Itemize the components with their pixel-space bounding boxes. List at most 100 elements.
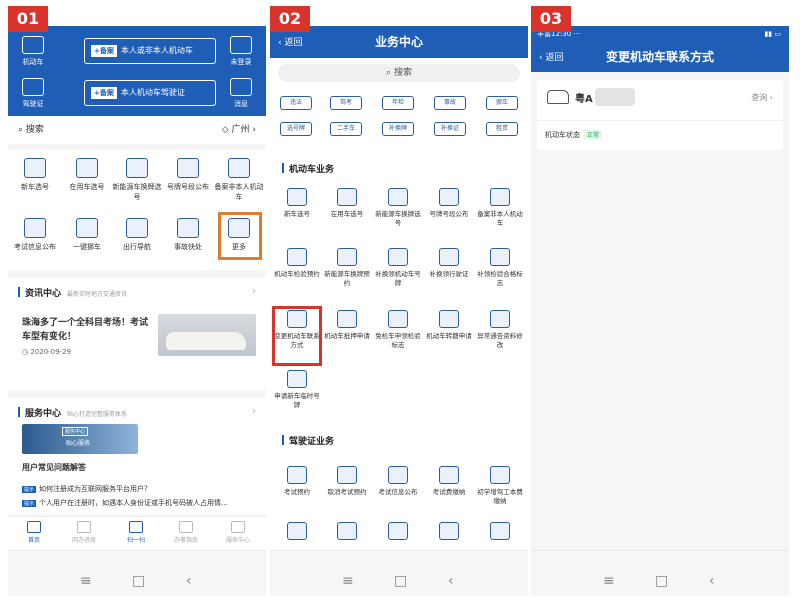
service-item[interactable]: 机动车抵押申请 [324, 310, 370, 341]
service-item[interactable] [375, 522, 421, 544]
register-vehicle-button[interactable]: +备案 本人或非本人机动车 [84, 38, 216, 64]
hero-banner: 机动车 驾驶证 未登录 消息 +备案 本人或非本人机动车 +备案 本人机动车驾驶证 [8, 26, 266, 116]
service-item[interactable]: 初学增驾工本费缴纳 [477, 466, 523, 506]
masked-plate [595, 88, 635, 106]
header: ‹ 返回 变更机动车联系方式 [531, 42, 789, 72]
grid-item[interactable]: 备案非本人机动车 [214, 158, 264, 202]
service-item[interactable]: 新能源车换牌预约 [324, 248, 370, 288]
service-icon [287, 248, 307, 266]
category-chip[interactable]: 驾考 [330, 96, 362, 110]
service-item[interactable]: 补换领机动车号牌 [375, 248, 421, 288]
service-item[interactable]: 考试信息公布 [375, 466, 421, 497]
service-item[interactable]: 新能源车换牌选号 [375, 188, 421, 228]
message-entry[interactable]: 消息 [222, 78, 260, 109]
battery-icon: ▮▮ ▭ [764, 30, 781, 38]
service-icon [76, 218, 98, 238]
search-bar[interactable]: ⌕ 搜索 ◇ 广州 › [8, 116, 266, 144]
service-icon [337, 466, 357, 484]
back-nav-icon[interactable]: ‹ [186, 573, 192, 589]
back-nav-icon[interactable]: ‹ [448, 573, 454, 589]
faq-item[interactable]: 提示 个人用户在注册时，如遇本人身份证或手机号码被人占用情… [22, 498, 228, 508]
service-icon [228, 158, 250, 178]
category-chip[interactable]: 年检 [382, 96, 414, 110]
service-icon [490, 188, 510, 206]
service-item[interactable]: 考试预约 [274, 466, 320, 497]
tab-service[interactable]: 服务中心 [218, 521, 258, 544]
category-chip[interactable]: 违法 [280, 96, 312, 110]
faq-item[interactable]: 提示 如何注册成为互联网服务平台用户？ [22, 484, 151, 494]
service-item[interactable]: 备案非本人机动车 [477, 188, 523, 228]
grid-item[interactable]: 在用车选号 [62, 158, 112, 192]
category-chip[interactable]: 补换证 [434, 122, 466, 136]
service-item[interactable]: 取消考试预约 [324, 466, 370, 497]
news-headline[interactable]: 珠海多了一个全科目考场！考试车型有变化！ [22, 316, 152, 344]
service-item[interactable]: 申请新车临时号牌 [274, 370, 320, 410]
tab-home[interactable]: 首页 [14, 521, 54, 544]
plate-number: 粤A [575, 94, 593, 105]
service-item[interactable]: 补换领行驶证 [426, 248, 472, 279]
service-item[interactable]: 新车选号 [274, 188, 320, 219]
home-nav-icon[interactable]: □ [394, 573, 407, 589]
vehicle-card[interactable]: 粤A 查询 › 机动车状态 正常 [537, 80, 783, 150]
city-selector[interactable]: ◇ 广州 › [222, 116, 256, 144]
section-title-license: 驾驶证业务 [282, 434, 334, 447]
service-item[interactable] [426, 522, 472, 544]
scan-icon [129, 521, 143, 533]
menu-icon[interactable]: ≡ [342, 573, 354, 589]
category-chip[interactable]: 二手车 [330, 122, 362, 136]
phone-change-contact: 丰富12:30 ··· ▮▮ ▭ ‹ 返回 变更机动车联系方式 粤A 查询 › 机… [531, 26, 789, 596]
category-chip[interactable]: 补换牌 [382, 122, 414, 136]
tab-scan[interactable]: 扫一扫 [116, 521, 156, 544]
back-nav-icon[interactable]: ‹ [709, 573, 715, 589]
service-item[interactable]: 号牌号段公布 [426, 188, 472, 219]
chevron-right-icon[interactable]: › [252, 286, 256, 297]
service-item[interactable]: 考试费缴纳 [426, 466, 472, 497]
service-icon [490, 248, 510, 266]
service-item[interactable]: 异常通告资料修改 [477, 310, 523, 350]
page-title: 业务中心 [374, 35, 423, 49]
service-section: 服务中心 贴心打造完整服务体系 › 服务中心 贴心服务 用户常见问题解答 提示 如何注… [8, 398, 266, 514]
chevron-right-icon[interactable]: › [252, 406, 256, 417]
grid-item[interactable]: 新能源车换牌选号 [112, 158, 162, 202]
license-entry[interactable]: 驾驶证 [14, 78, 52, 109]
category-chip[interactable]: 租赁 [486, 122, 518, 136]
service-item[interactable] [274, 522, 320, 544]
service-title: 服务中心 贴心打造完整服务体系 [18, 406, 127, 419]
login-entry[interactable]: 未登录 [222, 36, 260, 67]
grid-item[interactable]: 号牌号段公布 [163, 158, 213, 192]
service-item[interactable]: 补领检验合格标志 [477, 248, 523, 288]
service-icon [126, 158, 148, 178]
grid-item[interactable]: 考试信息公布 [10, 218, 60, 252]
grid-item[interactable]: 事故快处 [163, 218, 213, 252]
service-icon [388, 188, 408, 206]
service-item[interactable] [324, 522, 370, 544]
tab-progress[interactable]: 网办进度 [64, 521, 104, 544]
vehicle-entry[interactable]: 机动车 [14, 36, 52, 67]
home-nav-icon[interactable]: □ [132, 573, 145, 589]
category-chip[interactable]: 选号牌 [280, 122, 312, 136]
grid-item[interactable]: 新车选号 [10, 158, 60, 192]
category-chip[interactable]: 事故 [434, 96, 466, 110]
progress-icon [77, 521, 91, 533]
tab-guide[interactable]: 办事指南 [166, 521, 206, 544]
service-item[interactable] [477, 522, 523, 544]
section-title-vehicle: 机动车业务 [282, 162, 334, 175]
service-icon [490, 522, 510, 540]
search-input[interactable]: ⌕ 搜索 [278, 64, 520, 82]
service-item[interactable]: 机动车转籍申请 [426, 310, 472, 341]
category-chip[interactable]: 挪车 [486, 96, 518, 110]
service-item[interactable]: 免检车申领检验标志 [375, 310, 421, 350]
grid-item[interactable]: 一键挪车 [62, 218, 112, 252]
guide-icon [179, 521, 193, 533]
grid-item[interactable]: 出行导航 [112, 218, 162, 252]
query-link[interactable]: 查询 › [751, 92, 773, 103]
home-nav-icon[interactable]: □ [655, 573, 668, 589]
quick-service-grid: 新车选号 在用车选号 新能源车换牌选号 号牌号段公布 备案非本人机动车 考试信息… [8, 150, 266, 270]
service-item[interactable]: 机动车检验预约 [274, 248, 320, 279]
register-license-button[interactable]: +备案 本人机动车驾驶证 [84, 80, 216, 106]
service-item[interactable]: 在用车选号 [324, 188, 370, 219]
service-icon [388, 466, 408, 484]
service-banner[interactable]: 服务中心 贴心服务 [22, 424, 138, 454]
menu-icon[interactable]: ≡ [603, 573, 615, 589]
menu-icon[interactable]: ≡ [80, 573, 92, 589]
